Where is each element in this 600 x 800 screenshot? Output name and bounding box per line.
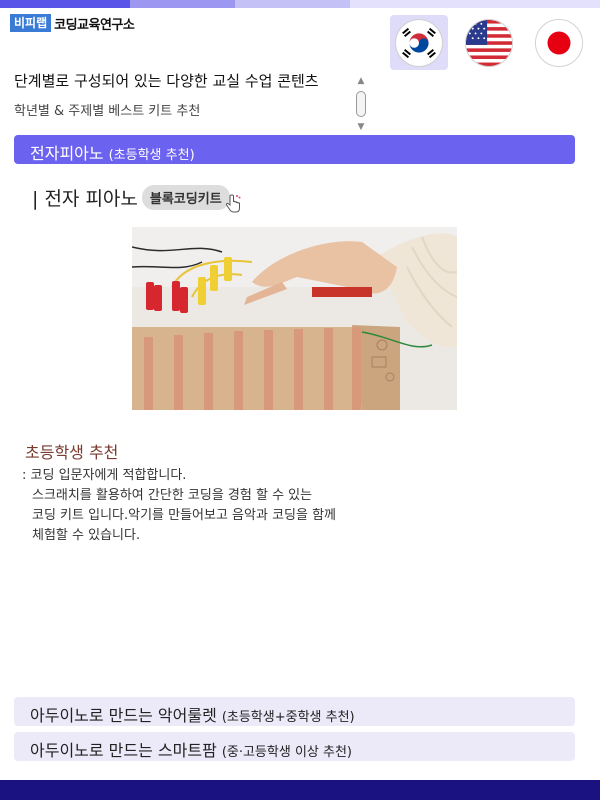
top-progress-bar [0,0,600,8]
scroll-thumb[interactable] [356,91,366,117]
accordion-title: 아두이노로 만드는 악어룰렛 [30,706,217,725]
intro-scroll-text[interactable]: 단계별로 구성되어 있는 다양한 교실 수업 콘텐츠 학년별 & 주제별 베스트… [14,70,364,132]
description-line: : 코딩 입문자에게 적합합니다. [22,468,187,483]
accordion-smart-farm[interactable]: 아두이노로 만드는 스마트팜 (중·고등학생 이상 추천) [14,732,575,761]
scroll-down-icon[interactable]: ▼ [358,122,365,132]
accordion-subtitle: (초등학생 추천) [108,148,195,163]
kit-description: : 코딩 입문자에게 적합합니다. 스크래치를 활용하여 간단한 코딩을 경험 … [22,466,442,546]
language-button-ko[interactable] [390,15,448,70]
usa-flag-icon [465,18,513,67]
intro-scrollbar[interactable]: ▲ ▼ [354,76,368,132]
description-line: 체험할 수 있습니다. [32,528,141,543]
intro-line-1: 단계별로 구성되어 있는 다양한 교실 수업 콘텐츠 [14,72,319,90]
korea-flag-icon [395,18,443,67]
japan-flag-icon [535,18,583,67]
footer-bar [0,780,600,800]
accordion-electronic-piano[interactable]: 전자피아노 (초등학생 추천) [14,135,575,164]
description-line: 스크래치를 활용하여 간단한 코딩을 경험 할 수 있는 [32,488,313,503]
logo-badge: 비피랩 [10,14,52,32]
accordion-subtitle: (초등학생+중학생 추천) [221,710,355,725]
accordion-title: 아두이노로 만드는 스마트팜 [30,741,217,760]
logo-text: 코딩교육연구소 [54,17,135,33]
intro-line-2: 학년별 & 주제별 베스트 키트 추천 [14,104,201,119]
description-line: 코딩 키트 입니다.악기를 만들어보고 음악과 코딩을 함께 [32,508,337,523]
panel-heading: | 전자 피아노 [32,187,138,210]
language-selector [390,15,588,70]
panel-heading-row: | 전자 피아노 블록코딩키트 [32,180,242,214]
accordion-subtitle: (중·고등학생 이상 추천) [221,745,352,760]
language-button-en[interactable] [460,15,518,70]
block-coding-kit-tag[interactable]: 블록코딩키트 [141,184,230,210]
electronic-piano-kit-photo [132,227,457,410]
recommend-title: 초등학생 추천 [25,443,119,462]
site-logo[interactable]: 비피랩 코딩교육연구소 [10,14,135,33]
accordion-crocodile-roulette[interactable]: 아두이노로 만드는 악어룰렛 (초등학생+중학생 추천) [14,697,575,726]
language-button-ja[interactable] [530,15,588,70]
accordion-title: 전자피아노 [30,144,104,163]
scroll-up-icon[interactable]: ▲ [358,76,365,86]
hand-pointer-icon [225,194,241,213]
